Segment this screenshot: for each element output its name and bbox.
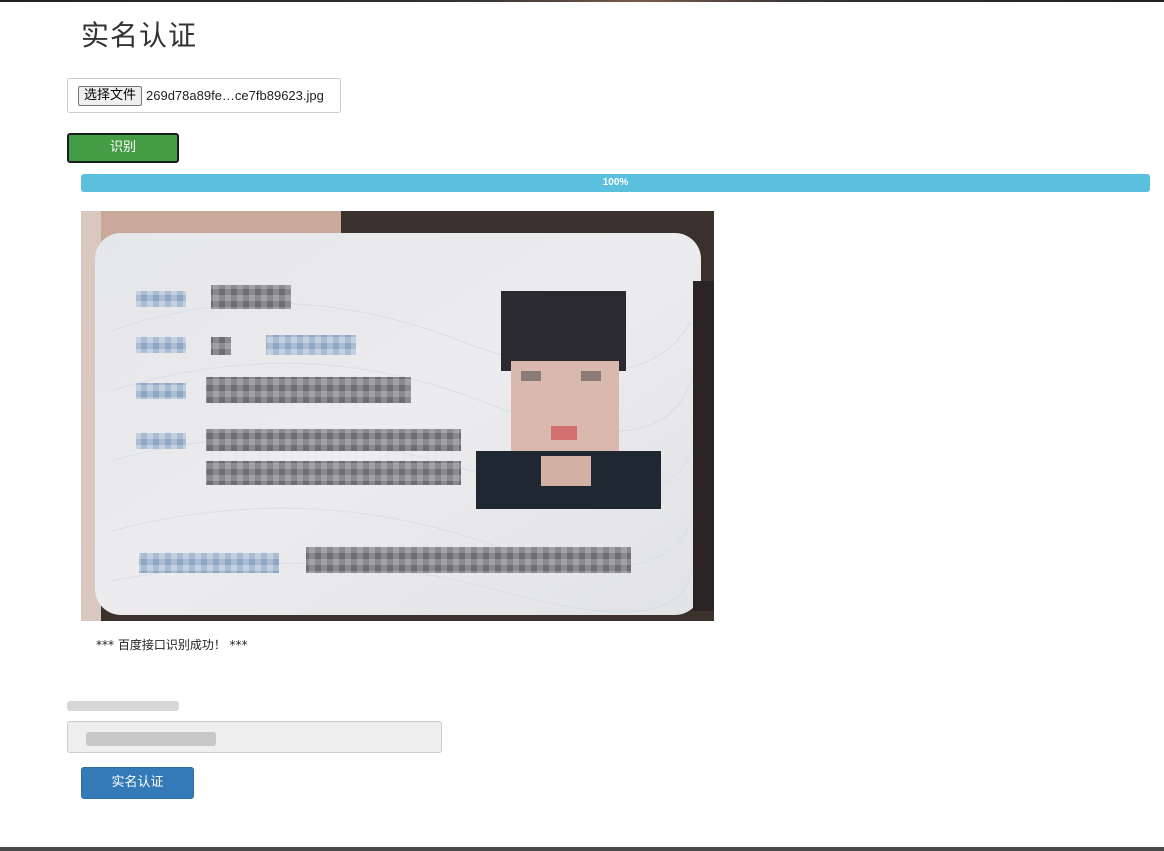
- recognize-button[interactable]: 识别: [67, 133, 179, 163]
- choose-file-button[interactable]: 选择文件: [78, 85, 143, 106]
- recognition-status: *** 百度接口识别成功！ ***: [96, 638, 248, 652]
- top-edge: [0, 0, 1164, 2]
- blurred-field-label: [67, 698, 179, 712]
- bottom-edge: [0, 847, 1164, 851]
- progress-fill: 100%: [81, 174, 1150, 192]
- blurred-label-shape: [67, 701, 179, 711]
- progress-bar: 100%: [81, 174, 1150, 192]
- blurred-input-value: [86, 732, 216, 746]
- verified-name-input[interactable]: [67, 721, 442, 753]
- selected-file-name: 269d78a89fe…ce7fb89623.jpg: [146, 88, 324, 103]
- real-name-verify-button[interactable]: 实名认证: [81, 767, 194, 799]
- id-card-drawing: [81, 211, 714, 621]
- id-card-image: [81, 211, 714, 621]
- page-title: 实名认证: [81, 19, 198, 52]
- file-upload-field[interactable]: 选择文件 269d78a89fe…ce7fb89623.jpg: [67, 78, 341, 113]
